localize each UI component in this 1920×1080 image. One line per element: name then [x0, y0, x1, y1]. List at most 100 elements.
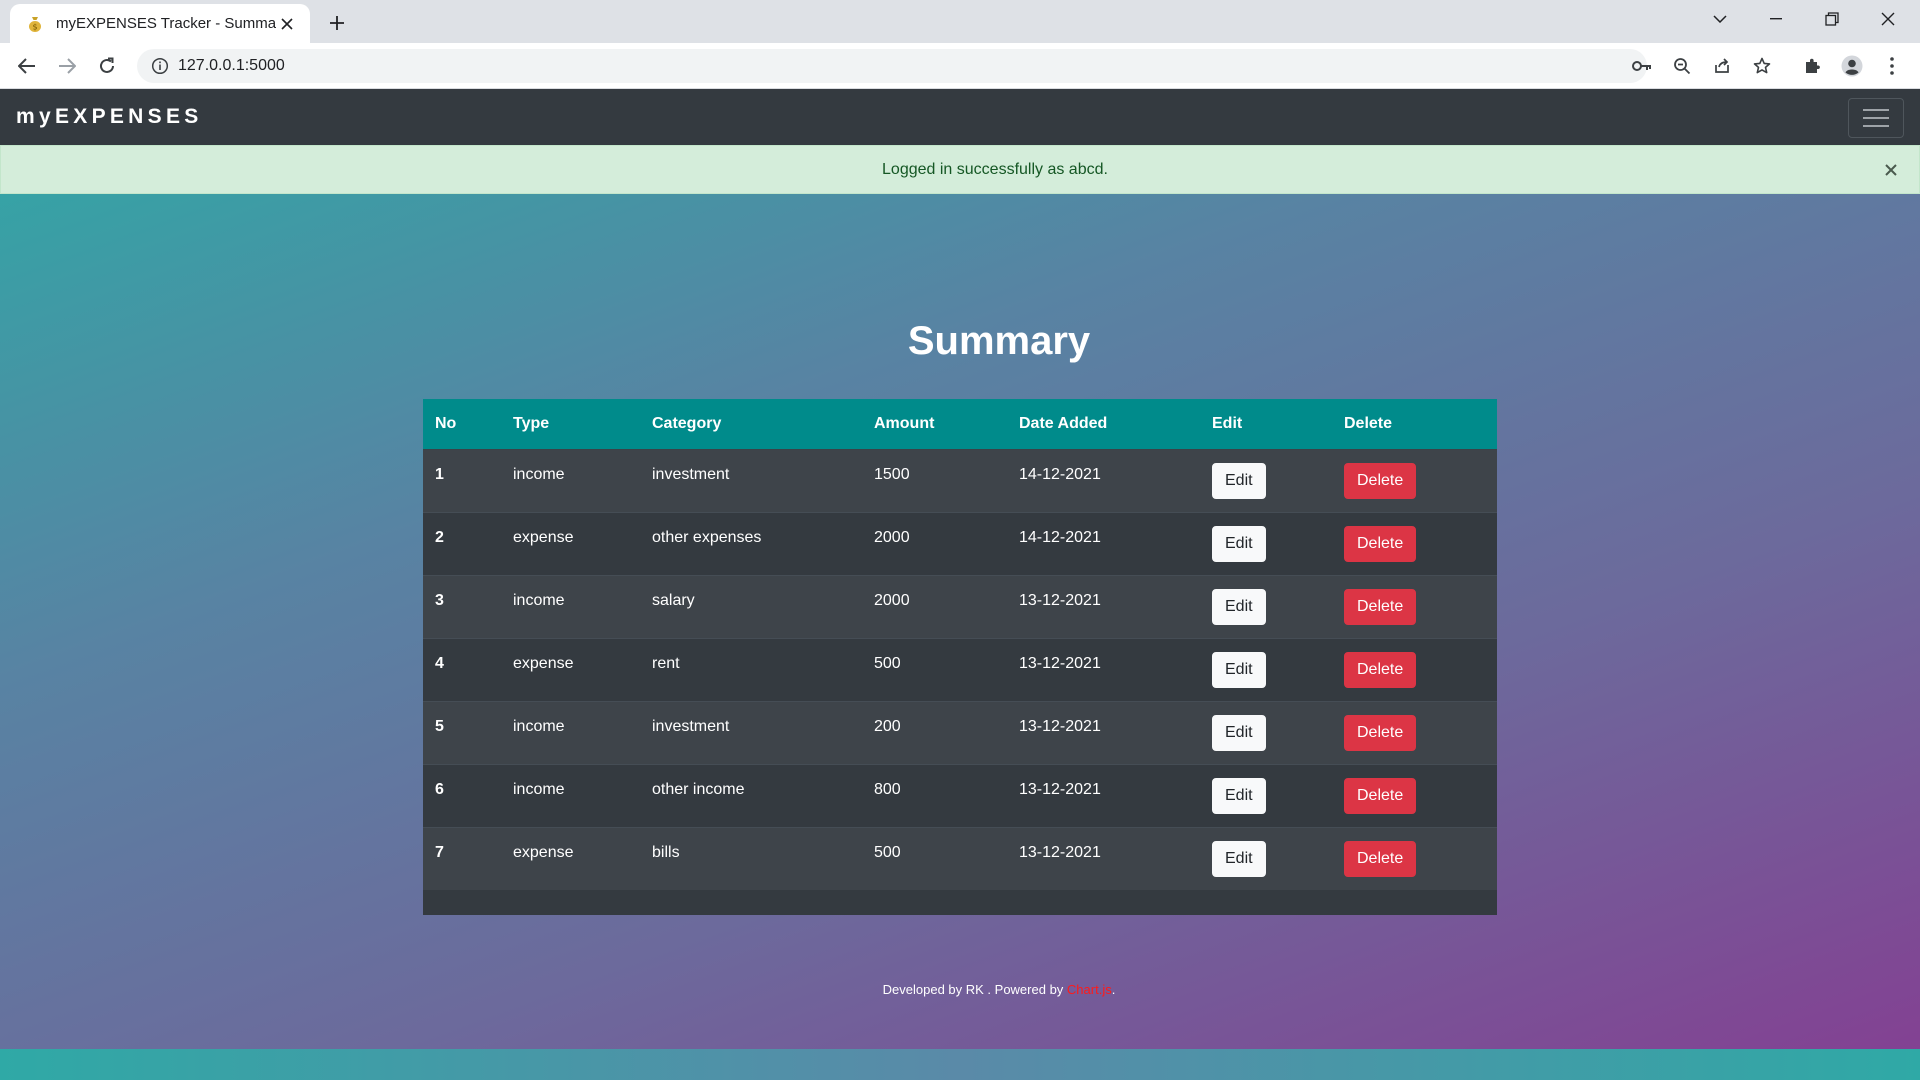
browser-tabstrip: $ myEXPENSES Tracker - Summary: [0, 0, 1920, 43]
row-category: salary: [652, 591, 695, 609]
delete-button[interactable]: Delete: [1344, 525, 1417, 562]
edit-button[interactable]: Edit: [1212, 651, 1266, 688]
minimize-icon[interactable]: [1748, 0, 1804, 38]
browser-toolbar: 127.0.0.1:5000: [0, 43, 1920, 89]
row-amount: 2000: [874, 528, 910, 546]
table-header-row: No Type Category Amount Date Added Edit …: [423, 399, 1497, 450]
row-number: 3: [435, 591, 444, 609]
arrow-right-icon[interactable]: [51, 50, 83, 82]
row-type: income: [513, 780, 565, 798]
table-row: 4 expense rent 500 13-12-2021 Edit Delet…: [423, 637, 1497, 701]
row-amount: 800: [874, 780, 901, 798]
delete-button[interactable]: Delete: [1344, 651, 1417, 688]
profile-icon[interactable]: [1837, 51, 1867, 81]
table-row: 2 expense other expenses 2000 14-12-2021…: [423, 511, 1497, 575]
delete-button[interactable]: Delete: [1344, 777, 1417, 814]
edit-button[interactable]: Edit: [1212, 525, 1266, 562]
footer-text: Developed by RK . Powered by: [882, 982, 1067, 997]
row-number: 5: [435, 717, 444, 735]
money-bag-icon: $: [24, 13, 46, 35]
bottom-band: [0, 1049, 1920, 1080]
row-category: investment: [652, 465, 730, 483]
zoom-out-icon[interactable]: [1667, 51, 1697, 81]
key-icon[interactable]: [1627, 51, 1657, 81]
row-type: income: [513, 465, 565, 483]
delete-button[interactable]: Delete: [1344, 714, 1417, 751]
window-close-icon[interactable]: [1860, 0, 1916, 38]
column-header-no: No: [423, 399, 501, 450]
row-category: investment: [652, 717, 730, 735]
edit-button[interactable]: Edit: [1212, 777, 1266, 814]
footer-chartjs-link[interactable]: Chart.js: [1067, 982, 1112, 997]
row-category: rent: [652, 654, 680, 672]
row-type: income: [513, 717, 565, 735]
alert-message: Logged in successfully as abcd.: [882, 160, 1108, 178]
puzzle-icon[interactable]: [1797, 51, 1827, 81]
plus-icon[interactable]: [323, 9, 351, 37]
delete-button[interactable]: Delete: [1344, 588, 1417, 625]
close-icon[interactable]: [1881, 160, 1901, 180]
row-date: 13-12-2021: [1019, 717, 1101, 735]
close-icon[interactable]: [276, 13, 298, 35]
row-date: 13-12-2021: [1019, 843, 1101, 861]
row-number: 7: [435, 843, 444, 861]
kebab-menu-icon[interactable]: [1877, 51, 1907, 81]
edit-button[interactable]: Edit: [1212, 714, 1266, 751]
row-amount: 1500: [874, 465, 910, 483]
table-row: 1 income investment 1500 14-12-2021 Edit…: [423, 448, 1497, 512]
row-amount: 500: [874, 654, 901, 672]
delete-button[interactable]: Delete: [1344, 462, 1417, 499]
footer-text-wrap: Developed by RK . Powered by Chart.js.: [883, 982, 1116, 997]
row-type: expense: [513, 843, 574, 861]
edit-button[interactable]: Edit: [1212, 588, 1266, 625]
row-date: 14-12-2021: [1019, 465, 1101, 483]
share-icon[interactable]: [1707, 51, 1737, 81]
app-navbar: myEXPENSES: [0, 89, 1920, 145]
row-category: other income: [652, 780, 745, 798]
browser-tab[interactable]: $ myEXPENSES Tracker - Summary: [10, 4, 310, 43]
page-content: myEXPENSES Logged in successfully as abc…: [0, 89, 1920, 1080]
row-amount: 500: [874, 843, 901, 861]
row-date: 13-12-2021: [1019, 780, 1101, 798]
column-header-delete: Delete: [1332, 399, 1497, 450]
page-title: Summary: [0, 319, 1920, 364]
footer-suffix: .: [1111, 982, 1116, 997]
column-header-category: Category: [640, 399, 862, 450]
row-amount: 200: [874, 717, 901, 735]
hamburger-icon[interactable]: [1848, 98, 1904, 138]
row-date: 14-12-2021: [1019, 528, 1101, 546]
row-number: 1: [435, 465, 444, 483]
row-number: 4: [435, 654, 444, 672]
table-row: 5 income investment 200 13-12-2021 Edit …: [423, 700, 1497, 764]
star-icon[interactable]: [1747, 51, 1777, 81]
column-header-amount: Amount: [862, 399, 1007, 450]
page-footer: Developed by RK . Powered by Chart.js.: [0, 982, 1920, 997]
delete-button[interactable]: Delete: [1344, 840, 1417, 877]
page-title-text: Summary: [907, 319, 1091, 363]
row-type: income: [513, 591, 565, 609]
info-icon[interactable]: [151, 57, 169, 75]
summary-table-container: No Type Category Amount Date Added Edit …: [423, 399, 1497, 915]
row-number: 2: [435, 528, 444, 546]
login-success-alert: Logged in successfully as abcd.: [0, 145, 1920, 194]
arrow-left-icon[interactable]: [11, 50, 43, 82]
row-type: expense: [513, 528, 574, 546]
table-row: 7 expense bills 500 13-12-2021 Edit Dele…: [423, 826, 1497, 890]
row-date: 13-12-2021: [1019, 654, 1101, 672]
row-number: 6: [435, 780, 444, 798]
edit-button[interactable]: Edit: [1212, 840, 1266, 877]
tab-title: myEXPENSES Tracker - Summary: [56, 15, 276, 32]
navbar-brand[interactable]: myEXPENSES: [16, 105, 203, 129]
tab-search-chevron-icon[interactable]: [1692, 0, 1748, 38]
row-amount: 2000: [874, 591, 910, 609]
summary-table: No Type Category Amount Date Added Edit …: [423, 399, 1497, 890]
row-type: expense: [513, 654, 574, 672]
reload-icon[interactable]: [91, 50, 123, 82]
column-header-type: Type: [501, 399, 640, 450]
table-row: 6 income other income 800 13-12-2021 Edi…: [423, 763, 1497, 827]
edit-button[interactable]: Edit: [1212, 462, 1266, 499]
address-bar[interactable]: 127.0.0.1:5000: [137, 49, 1647, 83]
restore-icon[interactable]: [1804, 0, 1860, 38]
url-text[interactable]: 127.0.0.1:5000: [178, 57, 285, 75]
table-row: 3 income salary 2000 13-12-2021 Edit Del…: [423, 574, 1497, 638]
